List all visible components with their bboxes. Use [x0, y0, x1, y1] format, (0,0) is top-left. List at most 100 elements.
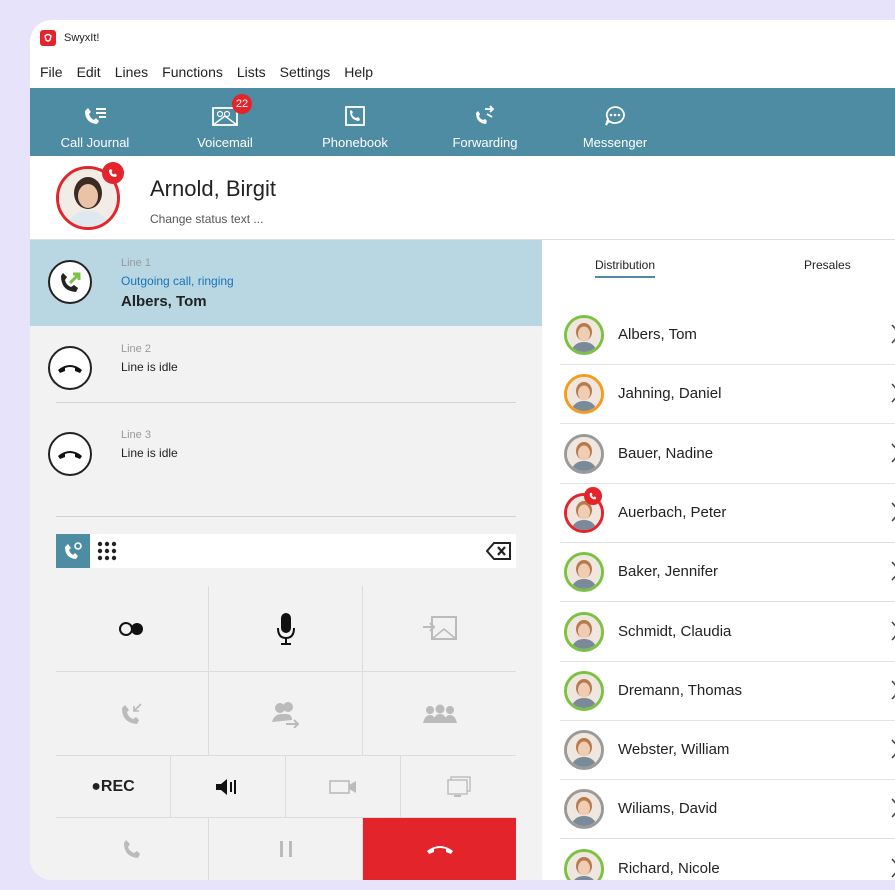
- record-label: ●REC: [91, 777, 135, 795]
- chevron-right-icon[interactable]: [890, 501, 895, 528]
- forwarding-icon: [476, 105, 495, 124]
- backspace-button[interactable]: [485, 541, 512, 566]
- user-name: Arnold, Birgit: [150, 176, 276, 201]
- contact-name: Webster, William: [618, 741, 730, 759]
- contacts-panel: Distribution Presales Albers, Tom Jahning…: [542, 240, 895, 880]
- chevron-right-icon[interactable]: [890, 382, 895, 409]
- contact-avatar: [564, 848, 604, 880]
- menu-functions[interactable]: Functions: [162, 64, 223, 80]
- hold-button[interactable]: [209, 818, 363, 880]
- line-1-label: Line 1: [121, 257, 151, 269]
- contact-name: Jahning, Daniel: [618, 385, 722, 403]
- forwarding-button[interactable]: Forwarding: [420, 88, 550, 156]
- chevron-right-icon[interactable]: [890, 857, 895, 880]
- contact-avatar: [564, 611, 604, 652]
- contact-row[interactable]: Schmidt, Claudia: [542, 603, 895, 662]
- contact-name: Baker, Jennifer: [618, 563, 719, 581]
- voicemail-button[interactable]: 22 Voicemail: [160, 88, 290, 156]
- chevron-right-icon[interactable]: [890, 738, 895, 765]
- call-journal-label: Call Journal: [60, 135, 130, 150]
- chevron-right-icon[interactable]: [890, 560, 895, 587]
- screen-share-icon: [446, 775, 471, 797]
- phone-icon: [124, 840, 140, 858]
- keypad-button[interactable]: [96, 540, 118, 567]
- speaker-button[interactable]: [171, 756, 286, 818]
- phonebook-label: Phonebook: [322, 135, 388, 150]
- microphone-button[interactable]: [209, 586, 363, 672]
- line-divider: [56, 402, 516, 403]
- messenger-button[interactable]: Messenger: [550, 88, 680, 156]
- chevron-right-icon[interactable]: [890, 620, 895, 647]
- menu-edit[interactable]: Edit: [77, 64, 101, 80]
- dial-button[interactable]: [56, 818, 209, 880]
- user-profile-header: Arnold, Birgit Change status text ...: [30, 156, 895, 240]
- line-1-contact: Albers, Tom: [121, 293, 207, 310]
- chevron-right-icon[interactable]: [890, 679, 895, 706]
- contact-name: Albers, Tom: [618, 326, 697, 343]
- line-2-status: Line is idle: [121, 360, 178, 374]
- video-button[interactable]: [286, 756, 401, 818]
- menu-help[interactable]: Help: [344, 64, 373, 80]
- contact-avatar: [564, 730, 604, 771]
- contact-row[interactable]: Baker, Jennifer: [542, 543, 895, 603]
- on-call-status-icon: [102, 162, 124, 184]
- main-toolbar: Call Journal 22 Voicemail Phonebook Forw…: [30, 88, 895, 156]
- menu-file[interactable]: File: [40, 64, 63, 80]
- call-controls-grid: ●REC: [56, 586, 516, 880]
- dial-number-input[interactable]: [128, 538, 468, 564]
- voicemail-transfer-icon: [422, 615, 457, 640]
- forwarding-label: Forwarding: [452, 135, 518, 150]
- menu-lines[interactable]: Lines: [115, 64, 148, 80]
- group-call-button[interactable]: [363, 672, 516, 756]
- contact-avatar: [564, 374, 604, 415]
- contact-row[interactable]: Auerbach, Peter: [542, 484, 895, 543]
- line-2[interactable]: Line 2 Line is idle: [30, 326, 542, 412]
- voicemail-transfer-button[interactable]: [363, 586, 516, 672]
- speed-dial-button[interactable]: [56, 534, 90, 568]
- contact-name: Bauer, Nadine: [618, 444, 714, 462]
- line-3-label: Line 3: [121, 429, 151, 441]
- contact-row[interactable]: Richard, Nicole: [542, 840, 895, 880]
- pause-icon: [279, 841, 292, 857]
- record-button[interactable]: ●REC: [56, 756, 171, 818]
- call-journal-button[interactable]: Call Journal: [30, 88, 160, 156]
- window-title: SwyxIt!: [64, 32, 100, 44]
- chevron-right-icon[interactable]: [890, 442, 895, 469]
- chevron-right-icon[interactable]: [890, 323, 895, 350]
- transfer-icon: [271, 701, 299, 728]
- contact-row[interactable]: Albers, Tom: [542, 306, 895, 365]
- line-divider: [56, 516, 516, 517]
- conference-button[interactable]: [56, 586, 209, 672]
- title-bar: SwyxIt!: [30, 20, 895, 56]
- tab-distribution[interactable]: Distribution: [595, 258, 656, 278]
- phonebook-button[interactable]: Phonebook: [290, 88, 420, 156]
- outgoing-call-icon: [48, 260, 92, 304]
- call-pickup-button[interactable]: [56, 672, 209, 756]
- tab-presales[interactable]: Presales: [804, 258, 851, 272]
- call-journal-icon: [85, 108, 106, 124]
- screen-share-button[interactable]: [401, 756, 516, 818]
- contact-row[interactable]: Dremann, Thomas: [542, 662, 895, 721]
- line-3[interactable]: Line 3 Line is idle: [30, 412, 542, 498]
- messenger-icon: [605, 106, 625, 126]
- contact-name: Richard, Nicole: [618, 859, 720, 877]
- hang-up-button[interactable]: [363, 818, 516, 880]
- keypad-icon: [97, 541, 117, 561]
- speaker-icon: [216, 778, 236, 795]
- dial-bar: [56, 534, 516, 568]
- swyxit-logo-icon: [40, 30, 56, 46]
- menu-settings[interactable]: Settings: [280, 64, 331, 80]
- contact-row[interactable]: Webster, William: [542, 721, 895, 781]
- idle-line-icon: [48, 432, 92, 476]
- conference-icon: [119, 621, 143, 636]
- contact-row[interactable]: Bauer, Nadine: [542, 425, 895, 484]
- line-2-label: Line 2: [121, 343, 151, 355]
- contact-row[interactable]: Wiliams, David: [542, 780, 895, 840]
- status-text-field[interactable]: Change status text ...: [150, 212, 263, 226]
- menu-lists[interactable]: Lists: [237, 64, 266, 80]
- line-1[interactable]: Line 1 Outgoing call, ringing Albers, To…: [30, 240, 542, 326]
- chevron-right-icon[interactable]: [890, 797, 895, 824]
- contact-row[interactable]: Jahning, Daniel: [542, 365, 895, 425]
- transfer-button[interactable]: [209, 672, 363, 756]
- group-icon: [422, 704, 457, 723]
